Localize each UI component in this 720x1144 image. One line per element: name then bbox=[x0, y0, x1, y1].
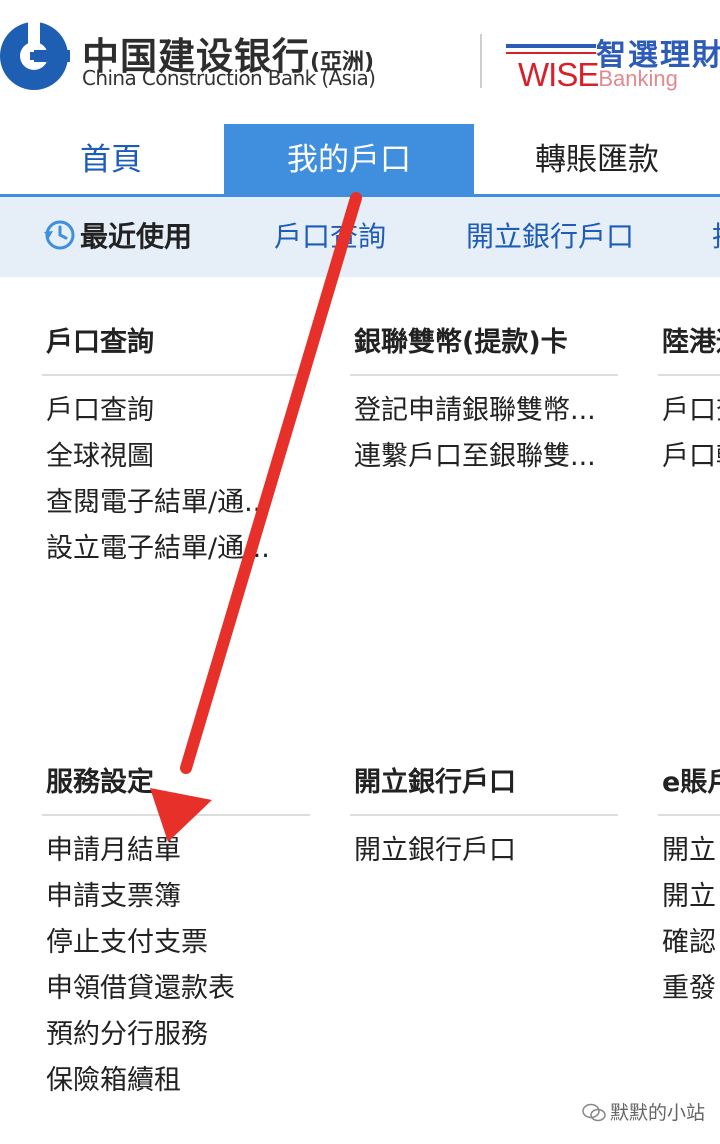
section-title-unionpay: 銀聯雙幣(提款)卡 bbox=[354, 327, 568, 358]
recent-used-label: 最近使用 bbox=[80, 220, 193, 253]
menu-link-e-confirm[interactable]: 確認 bbox=[662, 920, 720, 959]
subnav-more[interactable]: 托 bbox=[712, 197, 720, 277]
subnav-open-account[interactable]: 開立銀行戶口 bbox=[466, 197, 634, 277]
menu-link-mainland-transfer[interactable]: 戶口轉賬 bbox=[662, 434, 720, 473]
menu-link-e-open-1[interactable]: 開立 bbox=[662, 828, 720, 867]
section-title-mainland-hk: 陸港通 bbox=[662, 327, 720, 358]
menu-link-global-view[interactable]: 全球視圖 bbox=[46, 434, 306, 473]
section-title-service-settings: 服務設定 bbox=[46, 767, 154, 798]
main-tabs: 首頁 我的戶口 轉賬匯款 bbox=[0, 124, 720, 196]
site-header: 中国建设银行(亞洲) China Construction Bank (Asia… bbox=[0, 0, 720, 124]
banking-word: Banking bbox=[598, 66, 678, 91]
menu-link-loan-schedule[interactable]: 申領借貸還款表 bbox=[46, 966, 306, 1005]
tab-my-account[interactable]: 我的戶口 bbox=[224, 124, 474, 196]
section-divider bbox=[42, 374, 304, 376]
recent-used-button[interactable]: 最近使用 bbox=[42, 197, 192, 277]
ccb-logo-icon[interactable] bbox=[0, 20, 70, 92]
menu-link-account-inquiry[interactable]: 戶口查詢 bbox=[46, 388, 306, 427]
subnav-account-inquiry[interactable]: 戶口查詢 bbox=[274, 197, 386, 277]
wise-logo-line bbox=[506, 44, 596, 48]
menu-link-safe-box-renewal[interactable]: 保險箱續租 bbox=[46, 1058, 306, 1097]
section-divider bbox=[350, 374, 618, 376]
tab-transfer[interactable]: 轉賬匯款 bbox=[474, 124, 720, 196]
wechat-icon bbox=[582, 1103, 606, 1122]
sub-navigation: 最近使用 戶口查詢 開立銀行戶口 托 bbox=[0, 197, 720, 277]
watermark: 默默的小站 bbox=[582, 1098, 705, 1125]
section-divider bbox=[350, 814, 618, 816]
menu-link-apply-chequebook[interactable]: 申請支票簿 bbox=[46, 874, 306, 913]
section-divider bbox=[658, 814, 720, 816]
section-title-open-account: 開立銀行戶口 bbox=[354, 767, 516, 798]
wise-logo-line-red bbox=[506, 52, 596, 54]
tab-home[interactable]: 首頁 bbox=[0, 124, 222, 196]
menu-link-link-unionpay[interactable]: 連繫戶口至銀聯雙... bbox=[354, 434, 616, 473]
menu-link-e-resend[interactable]: 重發 bbox=[662, 966, 720, 1005]
watermark-text: 默默的小站 bbox=[610, 1102, 706, 1124]
menu-link-branch-appointment[interactable]: 預約分行服務 bbox=[46, 1012, 306, 1051]
wise-word: WISE bbox=[518, 56, 599, 93]
wise-banking-logo: WISEBanking bbox=[518, 56, 678, 94]
menu-link-mainland-inquiry[interactable]: 戶口查詢 bbox=[662, 388, 720, 427]
section-title-e-account: e賬戶 bbox=[662, 767, 720, 798]
bank-name-english: China Construction Bank (Asia) bbox=[82, 66, 376, 90]
menu-link-setup-estatement[interactable]: 設立電子結單/通... bbox=[46, 526, 306, 565]
menu-link-e-open-2[interactable]: 開立 bbox=[662, 874, 720, 913]
section-title-account-inquiry: 戶口查詢 bbox=[46, 327, 154, 358]
history-clock-icon bbox=[44, 220, 75, 250]
section-divider bbox=[658, 374, 720, 376]
menu-link-open-account[interactable]: 開立銀行戶口 bbox=[354, 828, 616, 867]
menu-link-apply-monthly-statement[interactable]: 申請月結單 bbox=[46, 828, 306, 867]
header-divider bbox=[480, 34, 482, 88]
menu-link-register-unionpay[interactable]: 登記申請銀聯雙幣... bbox=[354, 388, 616, 427]
section-divider bbox=[42, 814, 310, 816]
menu-link-stop-cheque[interactable]: 停止支付支票 bbox=[46, 920, 306, 959]
menu-link-view-estatement[interactable]: 查閱電子結單/通... bbox=[46, 480, 306, 519]
